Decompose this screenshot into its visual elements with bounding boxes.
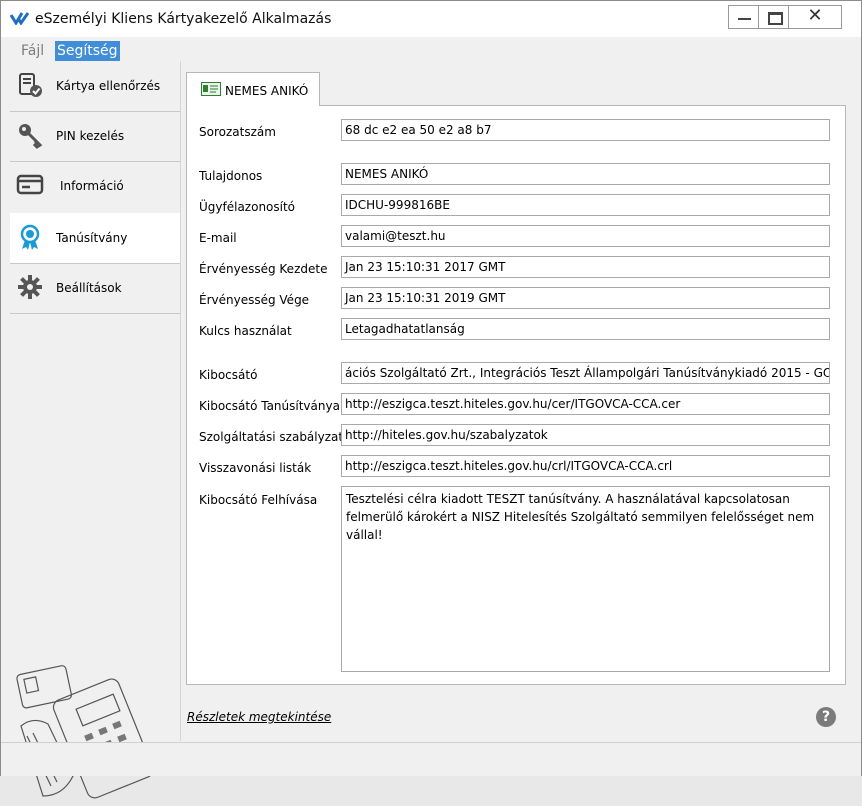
window-title: eSzemélyi Kliens Kártyakezelő Alkalmazás [35,11,332,27]
menu-file[interactable]: Fájl [19,41,46,61]
card-check-icon [19,73,42,97]
key-icon [19,124,43,149]
issuer-cert-field[interactable]: http://eszigca.teszt.hiteles.gov.hu/cer/… [341,393,830,415]
notice-label: Kibocsátó Felhívása [199,493,318,507]
certificate-panel: Sorozatszám 68 dc e2 ea 50 e2 a8 b7 Tula… [186,105,846,685]
serial-field[interactable]: 68 dc e2 ea 50 e2 a8 b7 [341,119,830,141]
issuer-cert-label: Kibocsátó Tanúsítványa [199,399,340,413]
close-button[interactable]: ✕ [788,5,842,29]
client-id-field[interactable]: IDCHU-999816BE [341,194,830,216]
app-logo-icon [10,12,30,25]
sidebar-item-label: PIN kezelés [56,129,125,143]
valid-from-label: Érvényesség Kezdete [199,262,328,276]
owner-field[interactable]: NEMES ANIKÓ [341,163,830,185]
details-link[interactable]: Részletek megtekintése [187,710,331,724]
notice-textarea[interactable]: Tesztelési célra kiadott TESZT tanúsítvá… [341,486,830,672]
maximize-button[interactable] [758,5,789,29]
sidebar-item-label: Tanúsítvány [56,231,128,245]
policy-label: Szolgáltatási szabályzat [199,430,344,444]
sidebar-item-card-check[interactable]: Kártya ellenőrzés [10,61,180,112]
key-usage-label: Kulcs használat [199,324,292,338]
menu-bar: Fájl Segítség [1,39,861,61]
crl-field[interactable]: http://eszigca.teszt.hiteles.gov.hu/crl/… [341,455,830,477]
email-field[interactable]: valami@teszt.hu [341,225,830,247]
issuer-field[interactable]: ációs Szolgáltató Zrt., Integrációs Tesz… [341,362,830,384]
issuer-label: Kibocsátó [199,368,258,382]
email-label: E-mail [199,231,237,245]
valid-to-field[interactable]: Jan 23 15:10:31 2019 GMT [341,287,830,309]
sidebar-item-settings[interactable]: Beállítások [10,263,180,314]
close-icon: ✕ [807,5,823,26]
menu-help[interactable]: Segítség [55,41,120,61]
sidebar-item-label: Beállítások [56,281,122,295]
card-reader-illustration [16,665,154,799]
card-info-icon [16,174,44,195]
serial-label: Sorozatszám [199,125,276,139]
tab-label: NEMES ANIKÓ [225,84,309,98]
app-window: eSzemélyi Kliens Kártyakezelő Alkalmazás… [0,0,862,799]
key-usage-field[interactable]: Letagadhatatlanság [341,318,830,340]
sidebar-item-label: Kártya ellenőrzés [56,79,161,93]
sidebar-item-info[interactable]: Információ [10,161,180,214]
status-bar [1,742,861,776]
gear-icon [18,275,42,299]
main-content: NEMES ANIKÓ Sorozatszám 68 dc e2 ea 50 e… [186,71,846,741]
help-icon[interactable]: ? [816,707,836,727]
sidebar-item-certificate[interactable]: Tanúsítvány [10,213,180,264]
sidebar-item-pin[interactable]: PIN kezelés [10,111,180,162]
crl-label: Visszavonási listák [199,461,312,475]
valid-from-field[interactable]: Jan 23 15:10:31 2017 GMT [341,256,830,278]
valid-to-label: Érvényesség Vége [199,293,310,307]
sidebar-item-label: Információ [60,179,124,193]
id-card-icon [201,82,221,96]
certificate-badge-icon [20,224,40,250]
client-id-label: Ügyfélazonosító [199,200,296,214]
minimize-button[interactable] [728,5,759,29]
title-bar[interactable]: eSzemélyi Kliens Kártyakezelő Alkalmazás… [1,1,861,37]
policy-field[interactable]: http://hiteles.gov.hu/szabalyzatok [341,424,830,446]
owner-label: Tulajdonos [199,169,263,183]
tab-certificate-owner[interactable]: NEMES ANIKÓ [186,72,320,106]
sidebar: Kártya ellenőrzés PIN kezelés Információ [10,61,181,799]
